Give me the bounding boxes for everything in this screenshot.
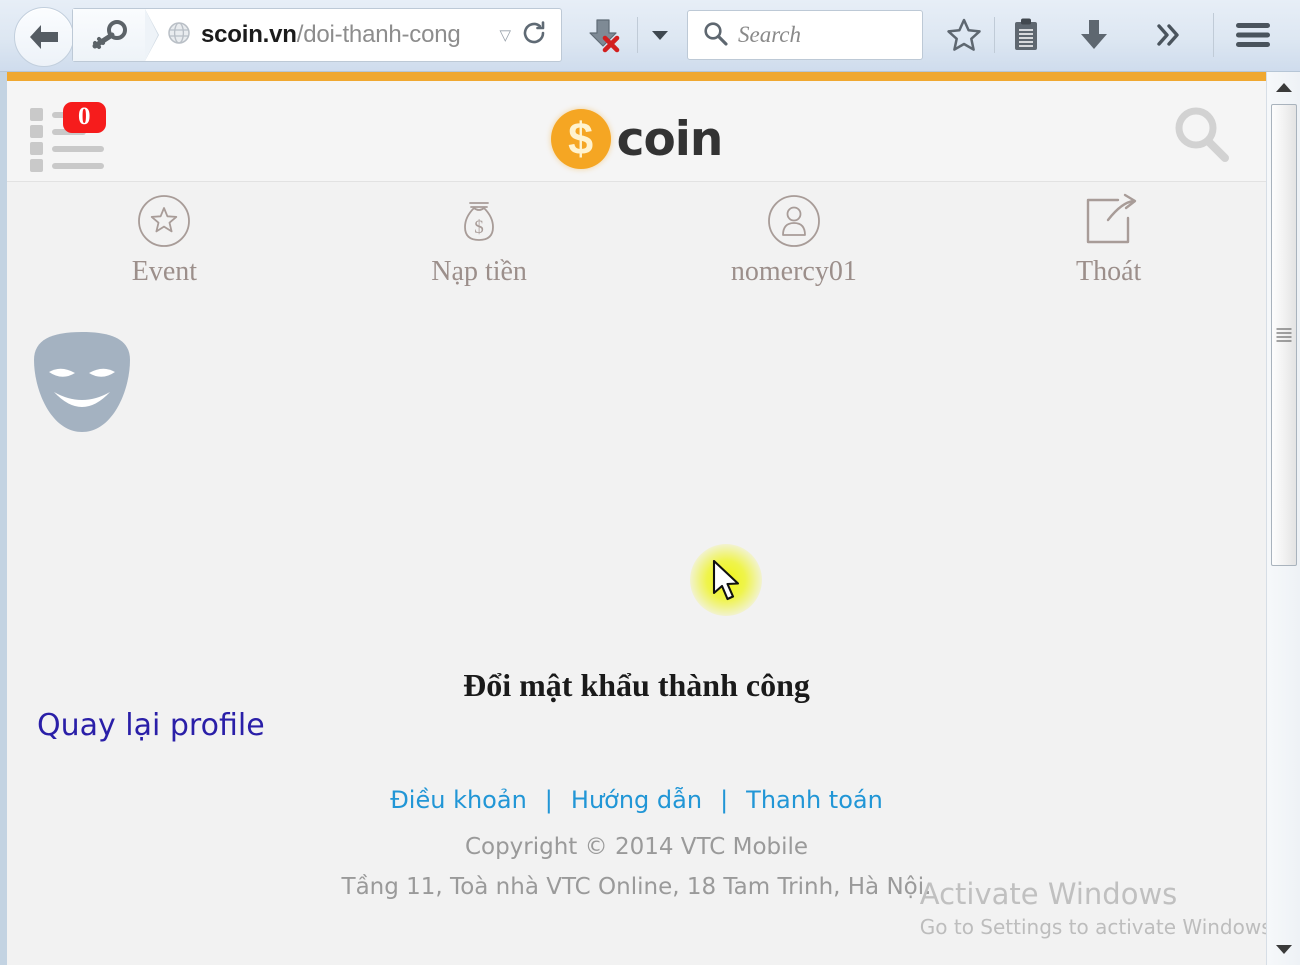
chevron-down-icon — [652, 31, 668, 40]
logo-wordmark: coin — [616, 111, 724, 167]
site-footer: Điều khoản | Hướng dẫn | Thanh toán Copy… — [7, 786, 1266, 907]
site-logo[interactable]: $ coin — [7, 109, 1266, 169]
logo-dollar-symbol: $ — [568, 112, 594, 164]
nav-label: Thoát — [1075, 256, 1142, 287]
reload-icon — [523, 20, 545, 43]
footer-separator: | — [720, 786, 729, 814]
nav-item-logout[interactable]: Thoát — [951, 182, 1266, 302]
site-identity-button[interactable] — [73, 9, 159, 61]
copyright-text: Copyright © 2014 VTC Mobile — [464, 834, 809, 860]
search-icon — [702, 20, 728, 51]
site-nav: Event $ Nạp tiền nomercy01 Thoát — [7, 182, 1266, 302]
triangle-down-icon — [1275, 945, 1292, 954]
page-viewport: 0 $ coin Event $ Nạp tiền nomercy01 Thoá… — [0, 72, 1266, 965]
coin-icon: $ — [550, 109, 611, 169]
globe-icon — [167, 21, 191, 50]
footer-copyright-block: Copyright © 2014 VTC Mobile Tầng 11, Toà… — [7, 828, 1266, 907]
scroll-thumb-grip — [1276, 326, 1292, 345]
watermark-subtitle: Go to Settings to activate Windows. — [919, 915, 1266, 939]
svg-text:$: $ — [474, 217, 484, 238]
search-icon — [1175, 107, 1229, 162]
bookmark-button[interactable] — [938, 8, 990, 62]
toolbar-divider — [637, 17, 638, 53]
scroll-thumb[interactable] — [1271, 104, 1297, 566]
menu-icon-row — [30, 142, 104, 155]
key-icon — [92, 20, 127, 49]
accent-bar — [7, 72, 1266, 81]
url-text[interactable]: scoin.vn/doi-thanh-cong — [191, 21, 493, 49]
url-path: /doi-thanh-cong — [296, 21, 461, 48]
clipboard-icon — [1015, 18, 1037, 50]
back-to-profile-link[interactable]: Quay lại profile — [37, 708, 265, 743]
toolbar-divider-2 — [994, 17, 995, 53]
footer-link-guide[interactable]: Hướng dẫn — [571, 786, 702, 814]
mouse-cursor — [690, 544, 762, 616]
downloads-button[interactable] — [1068, 8, 1120, 62]
menu-button[interactable] — [1224, 8, 1282, 62]
search-input[interactable]: Search — [738, 22, 801, 48]
nav-label: Event — [131, 256, 198, 287]
avatar[interactable] — [29, 330, 135, 439]
downloads-blocked-button[interactable] — [578, 8, 630, 62]
footer-separator: | — [544, 786, 553, 814]
mouse-pointer-icon — [712, 560, 740, 601]
menu-icon-row — [30, 159, 104, 172]
hamburger-menu-icon — [1236, 23, 1270, 47]
triangle-up-icon — [1275, 83, 1292, 92]
mask-avatar-icon — [34, 332, 130, 432]
reader-view-button[interactable] — [1000, 8, 1052, 62]
site-header: 0 $ coin — [7, 81, 1266, 182]
star-icon — [947, 18, 981, 51]
download-blocked-icon — [589, 19, 620, 53]
browser-search-box[interactable]: Search — [687, 10, 923, 60]
reload-button[interactable] — [521, 20, 561, 51]
url-dropdown-icon[interactable]: ▽ — [493, 26, 521, 44]
nav-item-nap-tien[interactable]: $ Nạp tiền — [322, 182, 637, 302]
toolbar-divider-3 — [1213, 13, 1214, 57]
cursor-highlight — [690, 544, 762, 616]
overflow-button[interactable] — [1140, 8, 1198, 62]
back-arrow-icon — [30, 25, 58, 49]
download-arrow-icon — [1081, 20, 1107, 49]
nav-item-event[interactable]: Event — [7, 182, 322, 302]
nav-label: nomercy01 — [730, 256, 857, 287]
footer-link-payment[interactable]: Thanh toán — [746, 786, 883, 814]
site-search-button[interactable] — [1168, 103, 1236, 170]
money-bag-icon: $ — [450, 192, 508, 250]
nav-label: Nạp tiền — [431, 256, 527, 287]
browser-toolbar: scoin.vn/doi-thanh-cong ▽ Search — [0, 0, 1300, 72]
footer-links: Điều khoản | Hướng dẫn | Thanh toán — [7, 786, 1266, 814]
star-circle-icon — [135, 192, 193, 250]
double-chevron-right-icon — [1157, 24, 1179, 46]
back-button[interactable] — [14, 7, 74, 67]
url-bar[interactable]: scoin.vn/doi-thanh-cong ▽ — [72, 8, 562, 62]
url-host: scoin.vn — [201, 21, 297, 48]
address-text: Tầng 11, Toà nhà VTC Online, 18 Tam Trin… — [341, 873, 932, 900]
menu-badge: 0 — [63, 102, 106, 133]
downloads-dropdown-button[interactable] — [644, 8, 676, 62]
scroll-up-button[interactable] — [1267, 74, 1300, 100]
logout-icon — [1078, 192, 1140, 250]
nav-item-account[interactable]: nomercy01 — [637, 182, 952, 302]
site-menu-button[interactable]: 0 — [24, 102, 116, 172]
vertical-scrollbar[interactable] — [1266, 72, 1300, 965]
user-circle-icon — [765, 192, 823, 250]
page-title: Đổi mật khẩu thành công — [463, 667, 810, 703]
scroll-down-button[interactable] — [1267, 937, 1300, 963]
footer-link-terms[interactable]: Điều khoản — [390, 786, 527, 814]
